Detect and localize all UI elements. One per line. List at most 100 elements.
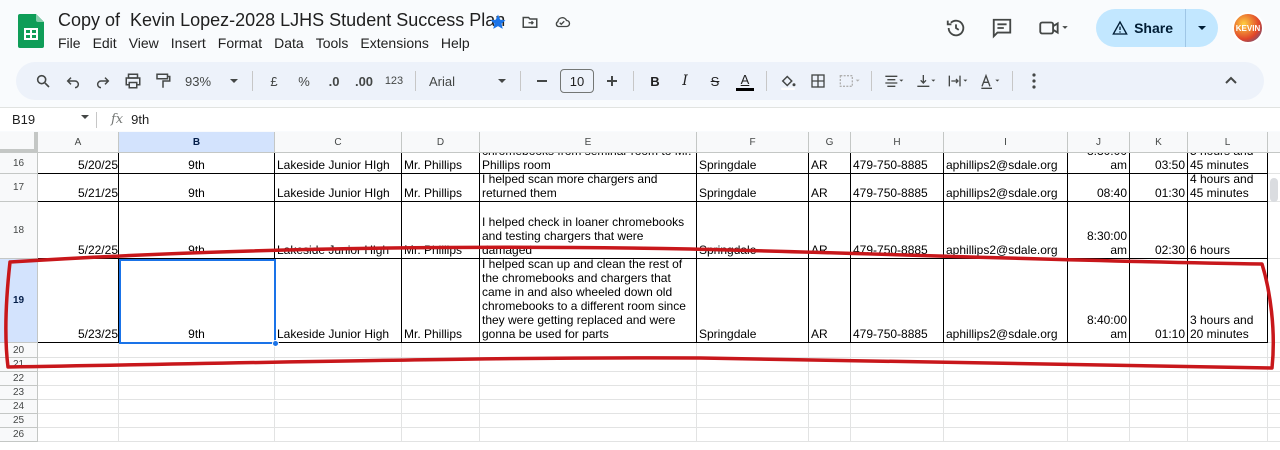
row-header-22[interactable]: 22 — [0, 372, 38, 386]
cell-g21[interactable] — [809, 358, 851, 372]
cell-k18[interactable]: 02:30 — [1130, 202, 1188, 259]
cell-d19[interactable]: Mr. Phillips — [402, 259, 480, 343]
cell-c16[interactable]: Lakeside Junior HIgh — [275, 153, 402, 174]
cell-e24[interactable] — [480, 400, 697, 414]
cell-j19[interactable]: 8:40:00 am — [1068, 259, 1130, 343]
cell-k16[interactable]: 03:50 — [1130, 153, 1188, 174]
cell-k26[interactable] — [1130, 428, 1188, 442]
paint-format-icon[interactable] — [151, 67, 175, 95]
cell-a26[interactable] — [38, 428, 119, 442]
cell-h23[interactable] — [851, 386, 944, 400]
cell-g19[interactable]: AR — [809, 259, 851, 343]
italic-button[interactable]: I — [673, 67, 697, 95]
cell-g17[interactable]: AR — [809, 174, 851, 202]
cell-a22[interactable] — [38, 372, 119, 386]
cell-e17[interactable]: I helped scan more chargers and returned… — [480, 174, 697, 202]
cell-j25[interactable] — [1068, 414, 1130, 428]
cell-c26[interactable] — [275, 428, 402, 442]
cell-c19[interactable]: Lakeside Junior High — [275, 259, 402, 343]
cell-b18[interactable]: 9th — [119, 202, 275, 259]
cell-j16[interactable]: 8:30:00 am — [1068, 153, 1130, 174]
share-dropdown-button[interactable] — [1186, 9, 1218, 47]
cell-k17[interactable]: 01:30 — [1130, 174, 1188, 202]
menu-insert[interactable]: Insert — [171, 35, 212, 51]
cell-l21[interactable] — [1188, 358, 1268, 372]
text-color-button[interactable]: A — [733, 67, 757, 95]
undo-icon[interactable] — [61, 67, 85, 95]
cell-h16[interactable]: 479-750-8885 — [851, 153, 944, 174]
cell-a25[interactable] — [38, 414, 119, 428]
cell-g24[interactable] — [809, 400, 851, 414]
cell-a16[interactable]: 5/20/25 — [38, 153, 119, 174]
cell-l22[interactable] — [1188, 372, 1268, 386]
currency-format-button[interactable]: £ — [262, 67, 286, 95]
cell-f17[interactable]: Springdale — [697, 174, 809, 202]
column-header-a[interactable]: A — [38, 132, 119, 153]
cell-j18[interactable]: 8:30:00 am — [1068, 202, 1130, 259]
cell-k24[interactable] — [1130, 400, 1188, 414]
fill-color-icon[interactable] — [776, 67, 800, 95]
cell-b17[interactable]: 9th — [119, 174, 275, 202]
move-folder-icon[interactable] — [520, 12, 540, 32]
cell-j17[interactable]: 08:40 — [1068, 174, 1130, 202]
name-box[interactable]: B19 — [0, 112, 96, 127]
column-header-i[interactable]: I — [944, 132, 1068, 153]
cell-c23[interactable] — [275, 386, 402, 400]
cell-l16[interactable]: 5 hours and 45 minutes — [1188, 153, 1268, 174]
cell-i17[interactable]: aphillips2@sdale.org — [944, 174, 1068, 202]
increase-font-size-icon[interactable] — [600, 67, 624, 95]
spreadsheet-grid[interactable]: A B C D E F G H I J K L 16 5/20/25 9th Lakeside Junior … — [0, 132, 1280, 450]
cell-h18[interactable]: 479-750-8885 — [851, 202, 944, 259]
menu-tools[interactable]: Tools — [316, 35, 355, 51]
row-header-21[interactable]: 21 — [0, 358, 38, 372]
document-title[interactable]: Copy of Kevin Lopez-2028 LJHS Student Su… — [58, 10, 505, 31]
cell-f16[interactable]: Springdale — [697, 153, 809, 174]
row-header-26[interactable]: 26 — [0, 428, 38, 442]
cell-d17[interactable]: Mr. Phillips — [402, 174, 480, 202]
cell-i20[interactable] — [944, 343, 1068, 358]
avatar[interactable]: KEVIN — [1232, 12, 1264, 44]
column-header-c[interactable]: C — [275, 132, 402, 153]
column-header-f[interactable]: F — [697, 132, 809, 153]
cell-d23[interactable] — [402, 386, 480, 400]
row-header-16[interactable]: 16 — [0, 153, 38, 174]
cell-e21[interactable] — [480, 358, 697, 372]
cell-i22[interactable] — [944, 372, 1068, 386]
cell-h25[interactable] — [851, 414, 944, 428]
cell-l25[interactable] — [1188, 414, 1268, 428]
cell-i24[interactable] — [944, 400, 1068, 414]
formula-input[interactable]: 9th — [131, 112, 149, 127]
cell-f19[interactable]: Springdale — [697, 259, 809, 343]
merge-cells-icon[interactable] — [836, 67, 862, 95]
cell-d26[interactable] — [402, 428, 480, 442]
menu-format[interactable]: Format — [218, 35, 268, 51]
cell-f25[interactable] — [697, 414, 809, 428]
menu-edit[interactable]: Edit — [93, 35, 123, 51]
cell-d25[interactable] — [402, 414, 480, 428]
menu-extensions[interactable]: Extensions — [360, 35, 434, 51]
cell-h26[interactable] — [851, 428, 944, 442]
strikethrough-button[interactable]: S — [703, 67, 727, 95]
history-icon[interactable] — [936, 8, 976, 48]
row-header-23[interactable]: 23 — [0, 386, 38, 400]
percent-format-button[interactable]: % — [292, 67, 316, 95]
cell-a17[interactable]: 5/21/25 — [38, 174, 119, 202]
column-header-l[interactable]: L — [1188, 132, 1268, 153]
cell-d22[interactable] — [402, 372, 480, 386]
cell-f23[interactable] — [697, 386, 809, 400]
cell-g20[interactable] — [809, 343, 851, 358]
cell-f18[interactable]: Springdale — [697, 202, 809, 259]
cell-j24[interactable] — [1068, 400, 1130, 414]
vertical-align-icon[interactable] — [913, 67, 939, 95]
cell-b23[interactable] — [119, 386, 275, 400]
increase-decimal-button[interactable]: .00 — [352, 67, 376, 95]
cell-i16[interactable]: aphillips2@sdale.org — [944, 153, 1068, 174]
cell-h22[interactable] — [851, 372, 944, 386]
cell-f22[interactable] — [697, 372, 809, 386]
cell-f24[interactable] — [697, 400, 809, 414]
row-header-25[interactable]: 25 — [0, 414, 38, 428]
cell-c22[interactable] — [275, 372, 402, 386]
row-header-18[interactable]: 18 — [0, 202, 38, 259]
cell-k23[interactable] — [1130, 386, 1188, 400]
cell-g23[interactable] — [809, 386, 851, 400]
